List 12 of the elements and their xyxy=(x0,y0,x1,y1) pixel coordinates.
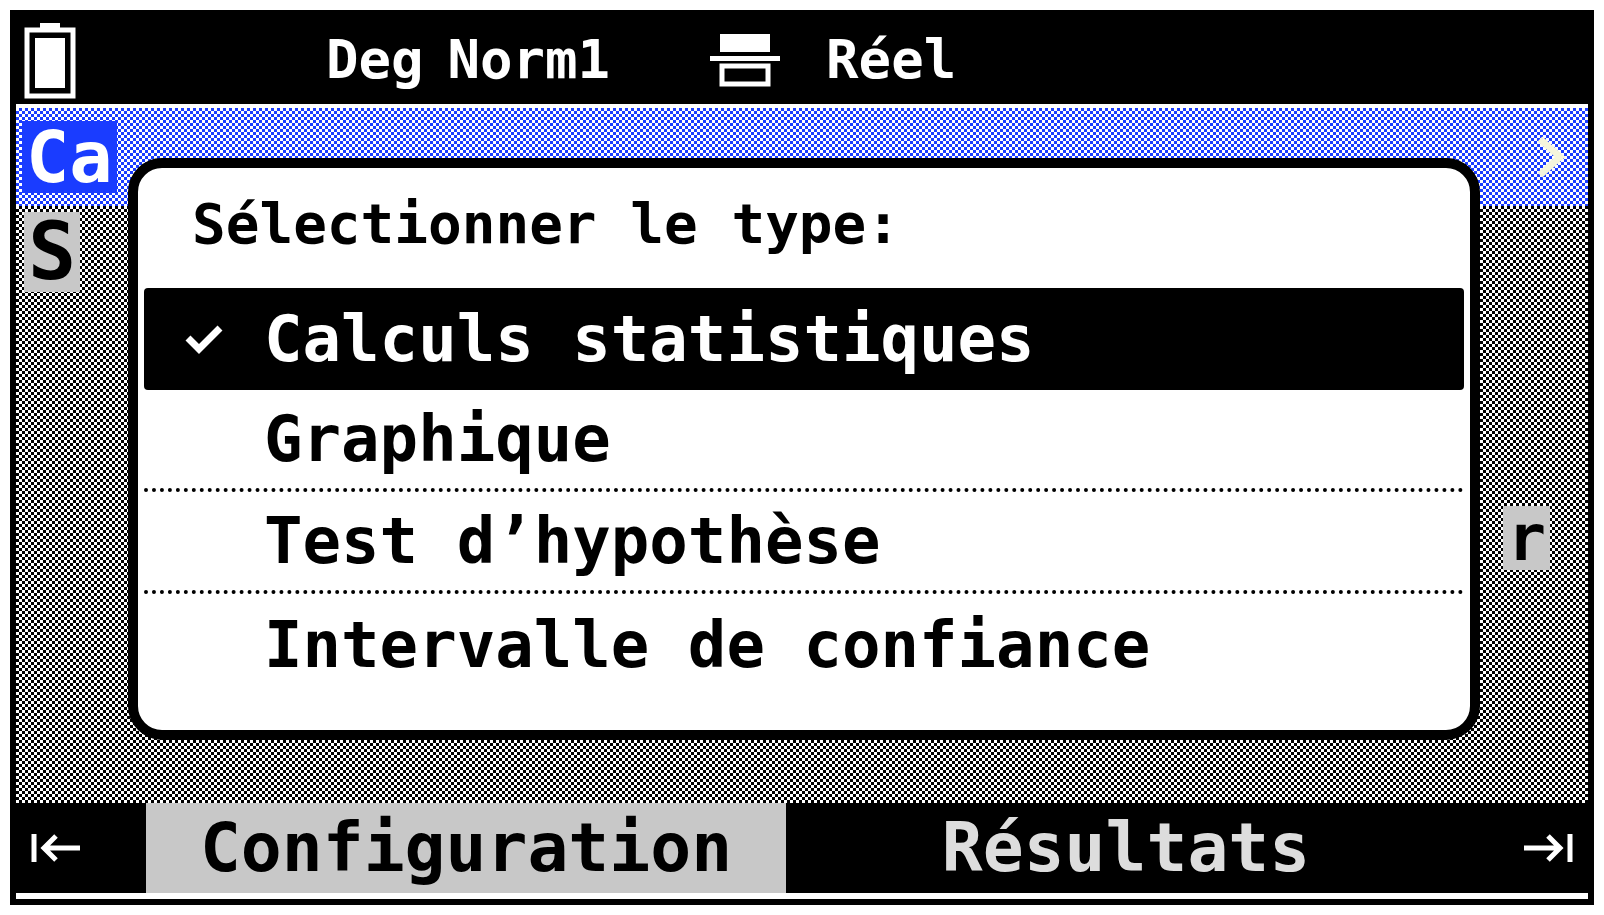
option-item[interactable]: Calculs statistiques xyxy=(144,288,1464,390)
screen-text: r xyxy=(1503,506,1550,570)
battery-icon xyxy=(24,21,76,99)
display-mode-icon xyxy=(710,32,781,88)
screen-text: S xyxy=(24,212,81,292)
angle-mode: Deg xyxy=(326,33,424,87)
tab[interactable]: Configuration xyxy=(146,803,786,893)
number-mode: Réel xyxy=(826,33,957,87)
dialog-title: Sélectionner le type: xyxy=(192,196,901,258)
display-format: Norm1 xyxy=(447,33,611,87)
chevron-right-icon xyxy=(1536,135,1566,179)
title-text: Ca xyxy=(22,121,117,193)
